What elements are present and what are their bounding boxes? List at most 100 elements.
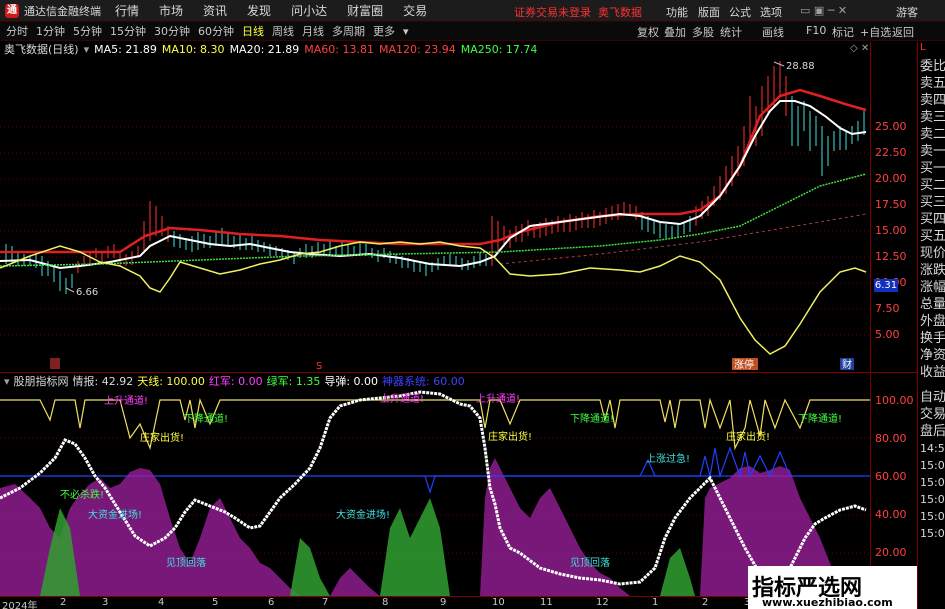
side-item: 卖四 (920, 93, 945, 108)
svg-text:见顶回落: 见顶回落 (166, 557, 206, 569)
period-more[interactable]: 更多 (373, 23, 395, 39)
side-tab-auto[interactable]: 自动 (918, 389, 945, 406)
date-label: 8 (382, 597, 389, 608)
svg-text:涨停: 涨停 (734, 358, 754, 371)
indicator-name[interactable]: 股朋指标网 (14, 373, 69, 389)
side-item: 外盘 (920, 314, 945, 329)
collapse-icon[interactable]: ◇ ✕ (850, 43, 869, 54)
svg-text:庄家出货!: 庄家出货! (726, 430, 770, 443)
svg-text:下降通道!: 下降通道! (184, 412, 228, 425)
menu-xuanxiang[interactable]: 选项 (760, 4, 782, 20)
menu-banmian[interactable]: 版面 (698, 4, 720, 20)
legend-toggle-icon[interactable]: ▾ (84, 43, 90, 56)
login-warning[interactable]: 证券交易未登录 奥飞数据 (514, 4, 642, 20)
menu-item-zixun[interactable]: 资讯 (203, 2, 227, 19)
side-tab-trade[interactable]: 交易 (918, 406, 945, 423)
date-label: 11 (540, 597, 553, 608)
side-item: 涨幅 (920, 280, 945, 295)
legend-ma10: MA10: 8.30 (161, 42, 225, 56)
period-fenshi[interactable]: 分时 (6, 23, 28, 39)
svg-text:6.66: 6.66 (76, 287, 98, 298)
menu-item-caifuquan[interactable]: 财富圈 (347, 2, 383, 19)
chevron-down-icon[interactable]: ▾ (403, 25, 409, 38)
svg-text:S: S (316, 361, 322, 372)
period-multi[interactable]: 多周期 (332, 23, 365, 39)
price-tick: 17.50 (875, 198, 907, 211)
period-1min[interactable]: 1分钟 (36, 23, 65, 39)
period-weekly[interactable]: 周线 (272, 23, 294, 39)
legend-ma250: MA250: 17.74 (460, 42, 538, 56)
menu-gongneng[interactable]: 功能 (666, 4, 688, 20)
menu-item-shichang[interactable]: 市场 (159, 2, 183, 19)
side-item: 买二 (920, 178, 945, 193)
svg-text:庄家出货!: 庄家出货! (488, 430, 532, 443)
btn-biaoji[interactable]: 标记 (832, 24, 854, 40)
period-toolbar: 分时 1分钟 5分钟 15分钟 30分钟 60分钟 日线 周线 月线 多周期 更… (0, 22, 945, 41)
svg-text:28.88: 28.88 (786, 61, 815, 72)
period-30min[interactable]: 30分钟 (154, 23, 190, 39)
indicator-chart[interactable]: 上升通道! 下降通道! 庄家出货! 不必杀跌! 大资金进场! 见顶回落 上升通道… (0, 388, 870, 596)
price-tick: 5.00 (875, 328, 900, 341)
tick-time: 14:57 (920, 442, 945, 455)
side-tab-after[interactable]: 盘后 (918, 423, 945, 440)
period-15min[interactable]: 15分钟 (110, 23, 146, 39)
side-item: 换手 (920, 331, 945, 346)
side-panel-head[interactable]: L (918, 42, 945, 58)
indicator-tianxian: 天线: 100.00 (137, 375, 205, 388)
btn-f10[interactable]: F10 (806, 24, 826, 37)
side-item: 净资 (920, 348, 945, 363)
app-title: 通达信金融终端 (24, 4, 101, 18)
menu-gongshi[interactable]: 公式 (729, 4, 751, 20)
current-price-tag: 6.31 (874, 279, 898, 292)
menu-item-jiaoyi[interactable]: 交易 (403, 2, 427, 19)
tick-time: 15:05 (920, 476, 945, 489)
guest-label[interactable]: 游客 (896, 4, 918, 20)
indicator-lvjun: 绿军: 1.35 (266, 375, 321, 388)
price-tick: 12.50 (875, 250, 907, 263)
side-item: 卖五 (920, 76, 945, 91)
date-label: 12 (596, 597, 609, 608)
date-label: 2 (702, 597, 709, 608)
indicator-toggle-icon[interactable]: ▾ (4, 375, 10, 388)
side-item: 委比 (920, 59, 945, 74)
menu-item-faxian[interactable]: 发现 (247, 2, 271, 19)
side-item: 买一 (920, 161, 945, 176)
side-item: 买五 (920, 229, 945, 244)
btn-fuquan[interactable]: 复权 (637, 24, 659, 40)
legend-ma20: MA20: 21.89 (229, 42, 300, 56)
side-item: 买三 (920, 195, 945, 210)
btn-duogu[interactable]: 多股 (692, 24, 714, 40)
low-marker: 6.66 (65, 287, 98, 298)
tick-time: 15:00 (920, 459, 945, 472)
svg-text:上涨过急!: 上涨过急! (646, 452, 690, 465)
date-label: 7 (322, 597, 329, 608)
period-5min[interactable]: 5分钟 (73, 23, 102, 39)
period-monthly[interactable]: 月线 (302, 23, 324, 39)
period-daily[interactable]: 日线 (242, 23, 264, 39)
side-item: 卖一 (920, 144, 945, 159)
app-logo-icon: 通 (5, 3, 19, 18)
period-60min[interactable]: 60分钟 (198, 23, 234, 39)
btn-tongji[interactable]: 统计 (720, 24, 742, 40)
svg-text:不必杀跌!: 不必杀跌! (60, 488, 104, 501)
btn-zixuan[interactable]: +自选 (860, 24, 891, 40)
indicator-hongjun: 红军: 0.00 (208, 375, 263, 388)
btn-diejia[interactable]: 叠加 (664, 24, 686, 40)
menu-item-hangqing[interactable]: 行情 (115, 2, 139, 19)
svg-text:下降通道!: 下降通道! (798, 412, 842, 425)
window-controls[interactable]: ▭ ▣ ─ ✕ (800, 4, 847, 17)
price-tick: 25.00 (875, 120, 907, 133)
menu-item-wenxiaoda[interactable]: 问小达 (291, 2, 327, 19)
indicator-daodan: 导弹: 0.00 (324, 375, 379, 388)
tick-time: 15:06 (920, 510, 945, 523)
date-label: 3 (102, 597, 109, 608)
indicator-axis: 100.00 80.00 60.00 40.00 20.00 (870, 374, 917, 596)
btn-huaxian[interactable]: 画线 (762, 24, 784, 40)
btn-fanhui[interactable]: 返回 (892, 24, 914, 40)
indicator-tick: 60.00 (875, 470, 907, 483)
date-axis: 2024年 2 3 4 5 6 7 8 9 10 11 12 1 2 3 (0, 596, 870, 609)
date-label: 9 (440, 597, 447, 608)
kline-chart[interactable]: 28.88 6.66 S 涨停 财 (0, 56, 870, 372)
side-item: 收益 (920, 365, 945, 380)
date-label: 6 (268, 597, 275, 608)
